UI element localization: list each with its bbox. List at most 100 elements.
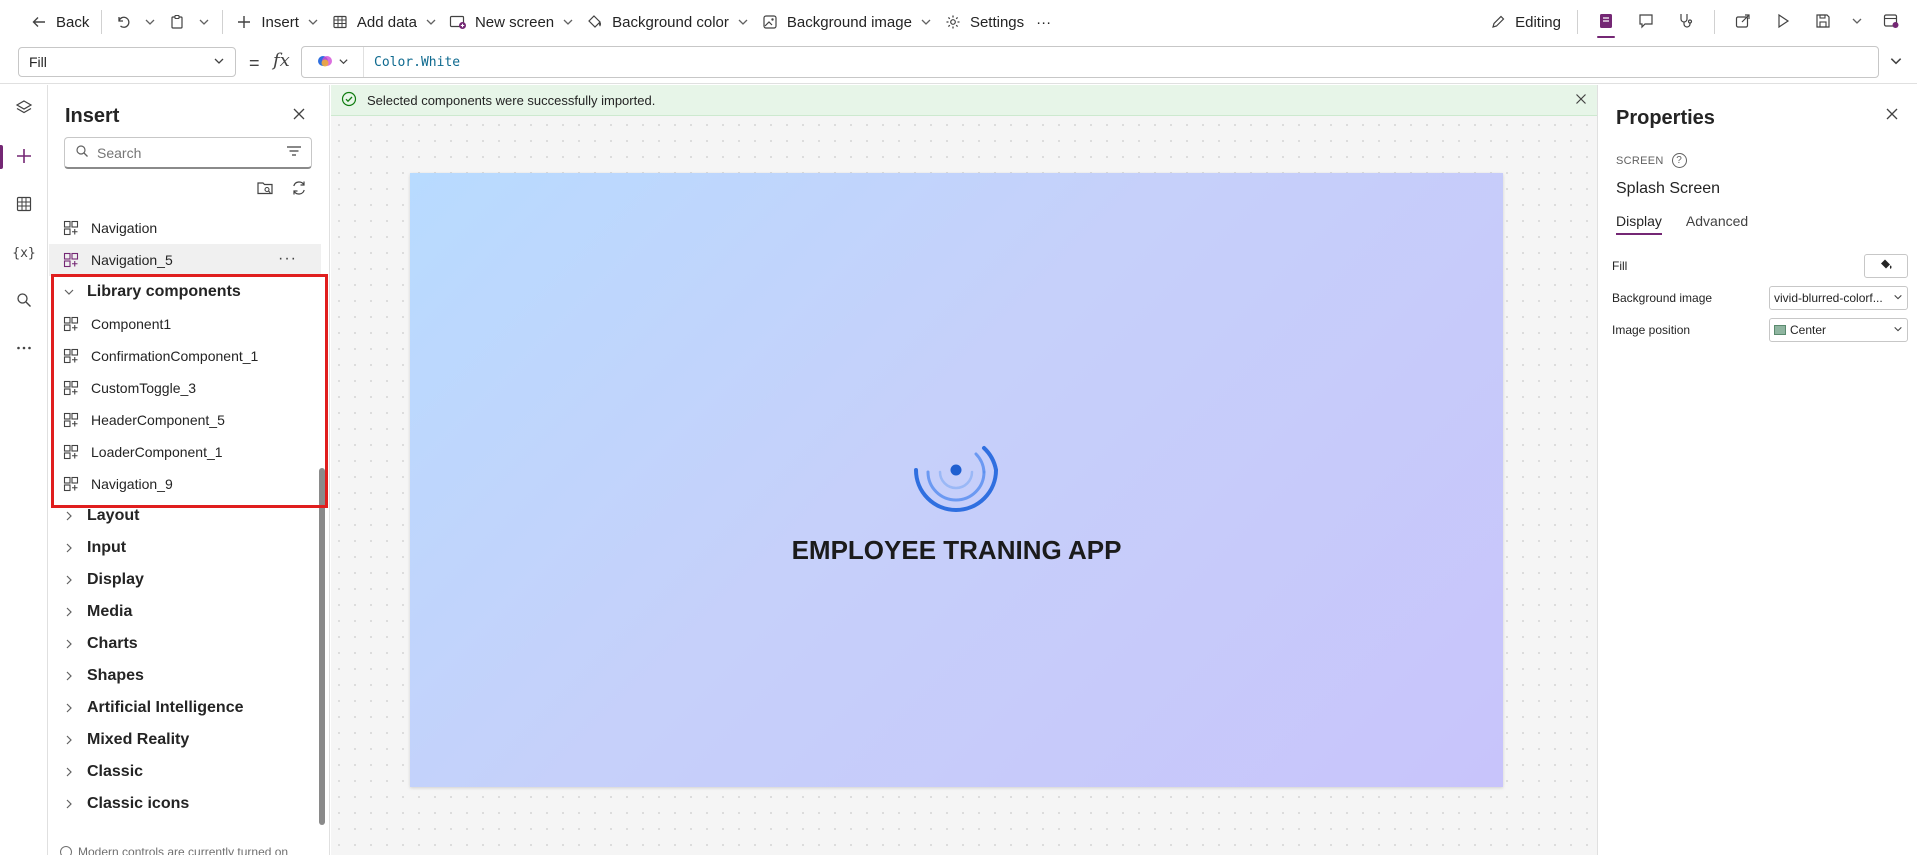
section-label: Charts bbox=[87, 635, 138, 652]
tab-advanced[interactable]: Advanced bbox=[1686, 213, 1748, 235]
properties-pane: Properties SCREEN ? Splash Screen Displa… bbox=[1597, 85, 1917, 855]
fill-color-picker[interactable] bbox=[1864, 254, 1908, 278]
publish-button[interactable] bbox=[1873, 6, 1909, 38]
insert-rail-button[interactable] bbox=[0, 133, 48, 181]
add-data-button[interactable]: Add data bbox=[325, 6, 443, 38]
image-position-dropdown[interactable]: Center bbox=[1769, 318, 1908, 342]
comments-button[interactable] bbox=[1628, 6, 1664, 38]
search-icon bbox=[15, 291, 33, 312]
close-insert-button[interactable] bbox=[289, 105, 309, 125]
list-item-navigation[interactable]: Navigation bbox=[49, 212, 321, 244]
save-button[interactable] bbox=[1805, 6, 1841, 38]
tree-view-button[interactable] bbox=[0, 85, 48, 133]
section-charts[interactable]: Charts bbox=[49, 628, 321, 660]
tab-display[interactable]: Display bbox=[1616, 213, 1662, 235]
component-icon bbox=[63, 252, 79, 268]
section-label: Classic bbox=[87, 763, 144, 780]
more-rail-button[interactable] bbox=[0, 325, 48, 373]
filter-icon[interactable] bbox=[286, 144, 302, 161]
undo-button[interactable] bbox=[108, 6, 138, 38]
back-button[interactable]: Back bbox=[24, 6, 95, 38]
app-title[interactable]: EMPLOYEE TRANING APP bbox=[410, 535, 1503, 566]
search-rail-button[interactable] bbox=[0, 277, 48, 325]
expand-formula-chevron-icon[interactable] bbox=[1889, 54, 1903, 71]
library-item-loader-component[interactable]: LoaderComponent_1 bbox=[49, 436, 321, 468]
comment-icon bbox=[1637, 12, 1655, 33]
editing-mode-button[interactable]: Editing bbox=[1483, 6, 1567, 38]
variables-rail-button[interactable]: {x} bbox=[0, 229, 48, 277]
divider bbox=[222, 10, 224, 34]
list-item-label: HeaderComponent_5 bbox=[91, 412, 225, 428]
left-rail: {x} bbox=[0, 85, 48, 855]
image-position-selection: Center bbox=[1774, 323, 1826, 337]
background-color-button[interactable]: Background color bbox=[580, 6, 755, 38]
section-library-components[interactable]: Library components bbox=[49, 276, 321, 308]
section-artificial-intelligence[interactable]: Artificial Intelligence bbox=[49, 692, 321, 724]
app-checker-button[interactable] bbox=[1588, 6, 1624, 38]
share-button[interactable] bbox=[1725, 6, 1761, 38]
more-options-icon[interactable]: ··· bbox=[278, 250, 297, 268]
list-item-navigation-5[interactable]: Navigation_5 ··· bbox=[49, 244, 321, 276]
component-icon bbox=[63, 412, 79, 428]
chevron-right-icon bbox=[63, 638, 75, 650]
section-layout[interactable]: Layout bbox=[49, 500, 321, 532]
search-input[interactable] bbox=[97, 144, 278, 161]
library-item-custom-toggle[interactable]: CustomToggle_3 bbox=[49, 372, 321, 404]
library-item-confirmation-component[interactable]: ConfirmationComponent_1 bbox=[49, 340, 321, 372]
section-display[interactable]: Display bbox=[49, 564, 321, 596]
formula-text[interactable]: Color.White bbox=[364, 55, 460, 70]
help-icon[interactable]: ? bbox=[1671, 153, 1687, 168]
chevron-right-icon bbox=[63, 702, 75, 714]
more-commands-button[interactable]: ··· bbox=[1030, 6, 1057, 38]
layers-icon bbox=[15, 99, 33, 120]
splash-screen-canvas[interactable]: EMPLOYEE TRANING APP bbox=[410, 173, 1503, 787]
save-dropdown[interactable] bbox=[1845, 6, 1869, 38]
chevron-down-icon bbox=[63, 286, 75, 298]
chevron-down-icon bbox=[213, 54, 225, 70]
undo-dropdown[interactable] bbox=[138, 6, 162, 38]
properties-title: Properties bbox=[1616, 107, 1715, 129]
close-icon bbox=[292, 107, 306, 124]
more-icon: ··· bbox=[1036, 13, 1052, 31]
chevron-down-icon bbox=[307, 16, 319, 28]
get-more-components-button[interactable] bbox=[253, 177, 277, 201]
list-item-label: CustomToggle_3 bbox=[91, 380, 197, 396]
insert-menu-button[interactable]: Insert bbox=[229, 6, 325, 38]
property-dropdown[interactable]: Fill bbox=[18, 47, 236, 77]
library-item-component1[interactable]: Component1 bbox=[49, 308, 321, 340]
refresh-button[interactable] bbox=[287, 177, 311, 201]
chevron-right-icon bbox=[63, 606, 75, 618]
close-properties-icon[interactable] bbox=[1885, 107, 1899, 124]
section-mixed-reality[interactable]: Mixed Reality bbox=[49, 724, 321, 756]
section-input[interactable]: Input bbox=[49, 532, 321, 564]
background-image-button[interactable]: Background image bbox=[755, 6, 938, 38]
footer-note-text: Modern controls are currently turned on bbox=[78, 845, 289, 855]
library-item-navigation-9[interactable]: Navigation_9 bbox=[49, 468, 321, 500]
search-icon bbox=[75, 144, 89, 161]
section-classic[interactable]: Classic bbox=[49, 756, 321, 788]
play-icon bbox=[1774, 12, 1792, 33]
insert-list: Navigation Navigation_5 ··· Library comp… bbox=[49, 212, 321, 820]
paste-dropdown[interactable] bbox=[192, 6, 216, 38]
close-banner-icon[interactable] bbox=[1575, 93, 1587, 108]
background-image-dropdown[interactable]: vivid-blurred-colorf... bbox=[1769, 286, 1908, 310]
health-check-button[interactable] bbox=[1668, 6, 1704, 38]
new-screen-button[interactable]: New screen bbox=[443, 6, 580, 38]
preview-button[interactable] bbox=[1765, 6, 1801, 38]
copilot-button[interactable] bbox=[302, 47, 364, 77]
table-icon bbox=[331, 13, 349, 31]
settings-button[interactable]: Settings bbox=[938, 6, 1030, 38]
data-rail-button[interactable] bbox=[0, 181, 48, 229]
section-media[interactable]: Media bbox=[49, 596, 321, 628]
refresh-icon bbox=[290, 179, 308, 200]
gear-icon bbox=[944, 13, 962, 31]
insert-scrollbar[interactable] bbox=[319, 468, 325, 825]
settings-label: Settings bbox=[969, 13, 1025, 31]
insert-pane: Insert Navigation bbox=[49, 85, 330, 855]
paste-button[interactable] bbox=[162, 6, 192, 38]
success-banner: Selected components were successfully im… bbox=[331, 85, 1597, 116]
library-item-header-component[interactable]: HeaderComponent_5 bbox=[49, 404, 321, 436]
section-classic-icons[interactable]: Classic icons bbox=[49, 788, 321, 820]
formula-input[interactable]: Color.White bbox=[301, 46, 1879, 78]
section-shapes[interactable]: Shapes bbox=[49, 660, 321, 692]
